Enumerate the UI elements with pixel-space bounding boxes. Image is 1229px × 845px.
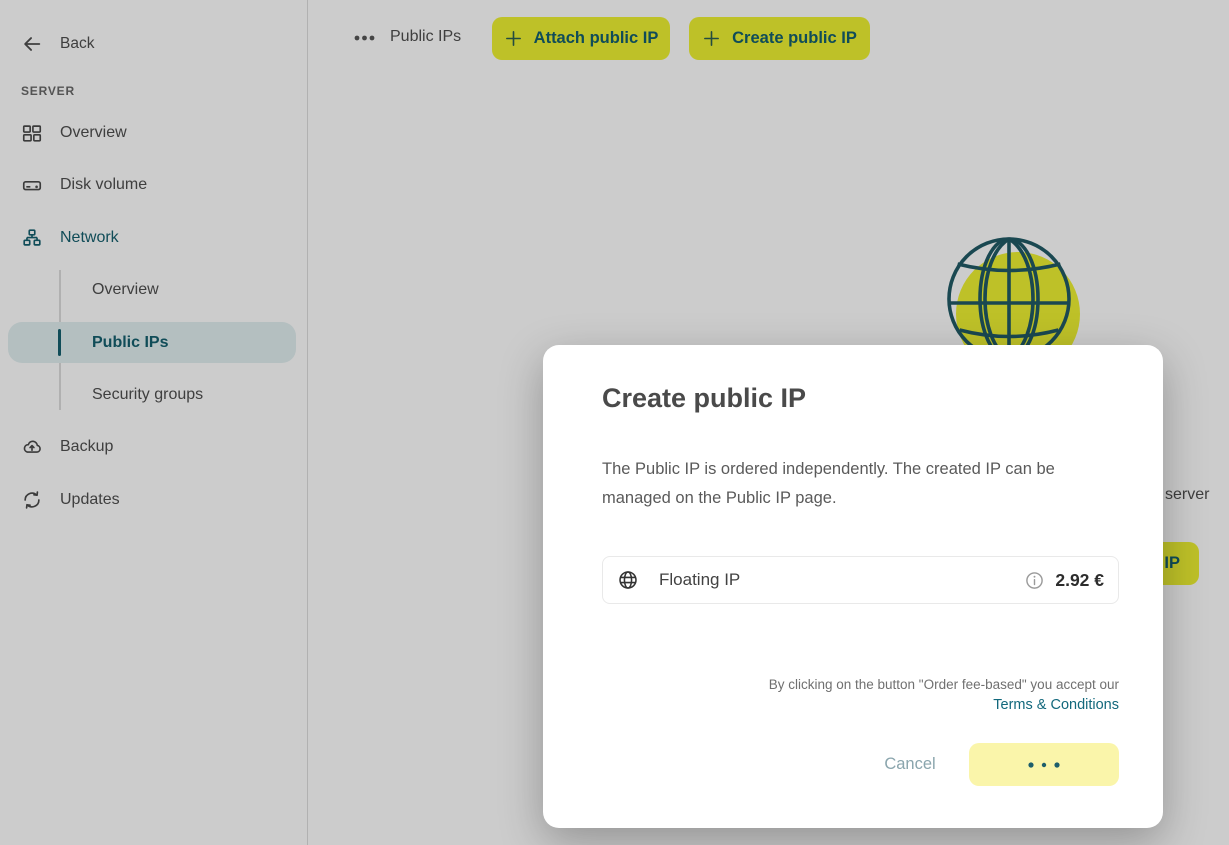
create-public-ip-modal: Create public IP The Public IP is ordere…	[543, 345, 1163, 828]
terms-and-conditions-link[interactable]: Terms & Conditions	[993, 697, 1119, 713]
order-fee-based-button-loading[interactable]	[969, 743, 1119, 786]
app-window: Back SERVER Overview Disk volume Network…	[0, 0, 1229, 845]
cancel-button[interactable]: Cancel	[870, 743, 950, 786]
price-value: 2.92 €	[1055, 570, 1104, 591]
terms-block: By clicking on the button "Order fee-bas…	[769, 675, 1119, 714]
option-label: Floating IP	[659, 570, 740, 590]
modal-title: Create public IP	[602, 383, 806, 414]
loading-dots-icon	[1027, 761, 1061, 769]
modal-description: The Public IP is ordered independently. …	[602, 455, 1116, 513]
info-icon[interactable]	[1025, 571, 1044, 590]
globe-icon	[617, 569, 639, 591]
floating-ip-option-row: Floating IP 2.92 €	[602, 556, 1119, 604]
terms-text: By clicking on the button "Order fee-bas…	[769, 675, 1119, 694]
